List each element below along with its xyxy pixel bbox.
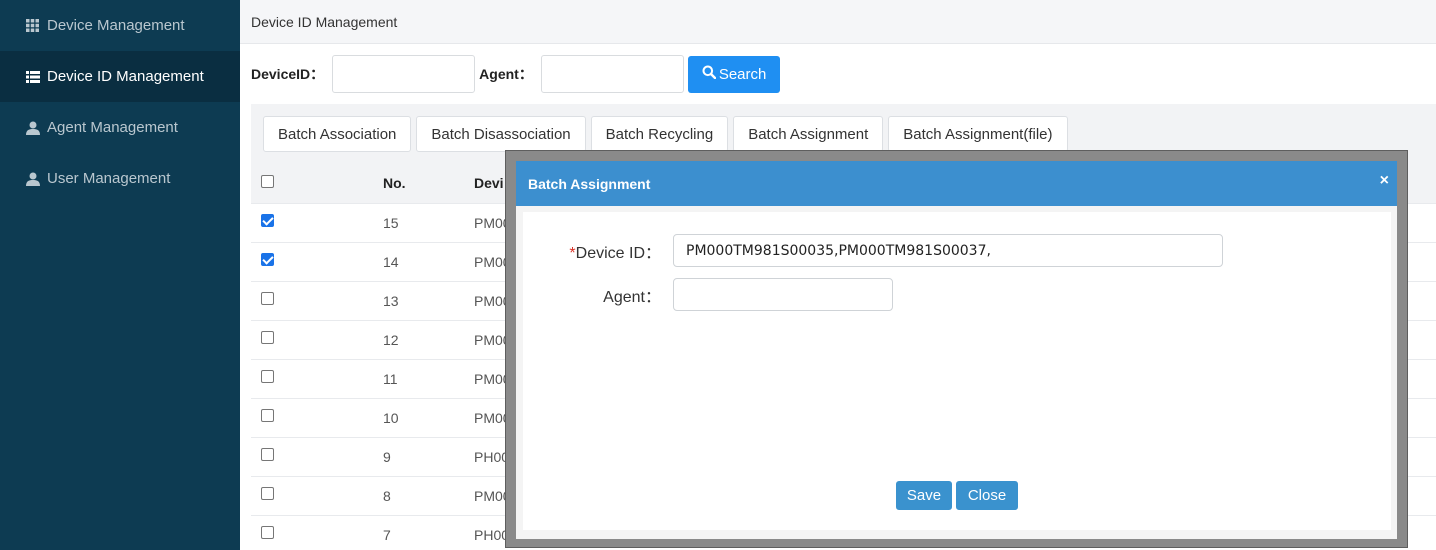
row-checkbox[interactable] [261, 526, 274, 540]
dialog-title: Batch Assignment [528, 175, 651, 192]
search-bar: DeviceID： Agent： Search [240, 44, 1436, 104]
select-all-header [251, 164, 373, 204]
row-checkbox[interactable] [261, 370, 274, 384]
sidebar-item-label: Device Management [47, 17, 185, 34]
row-checkbox[interactable] [261, 409, 274, 423]
search-button[interactable]: Search [687, 55, 781, 93]
batch-recycling-button[interactable]: Batch Recycling [590, 116, 729, 152]
row-number: 9 [373, 437, 474, 477]
dialog-body: *Device ID： Agent： Save Close [523, 212, 1391, 530]
batch-assignment-dialog: Batch Assignment × *Device ID： Agent： Sa… [516, 161, 1397, 539]
agent-form-row: Agent： [533, 278, 893, 311]
search-button-label: Search [718, 65, 767, 83]
row-number: 12 [373, 320, 474, 360]
row-checkbox-cell [251, 437, 373, 477]
list-icon [25, 70, 40, 84]
page-header: Device ID Management [240, 0, 1436, 44]
row-number: 11 [373, 359, 474, 399]
batch-disassociation-button[interactable]: Batch Disassociation [416, 116, 586, 152]
search-icon [702, 65, 717, 83]
device-id-search-input[interactable] [332, 55, 476, 93]
grid-icon [25, 19, 40, 33]
row-checkbox-cell [251, 476, 373, 516]
row-checkbox[interactable] [261, 487, 274, 501]
agent-field-label: Agent： [603, 288, 661, 306]
row-checkbox[interactable] [261, 448, 274, 462]
row-checkbox-cell [251, 242, 373, 282]
save-button[interactable]: Save [896, 481, 952, 510]
row-checkbox-cell [251, 281, 373, 321]
agent-search-label: Agent： [479, 66, 533, 82]
row-number: 10 [373, 398, 474, 438]
row-checkbox[interactable] [261, 253, 274, 267]
batch-association-button[interactable]: Batch Association [263, 116, 412, 152]
row-number: 15 [373, 203, 474, 243]
column-header-no: No. [373, 164, 474, 204]
device-id-field[interactable] [673, 234, 1223, 267]
dialog-header: Batch Assignment × [516, 161, 1397, 206]
device-id-search-label: DeviceID： [251, 66, 325, 82]
sidebar-item-label: Device ID Management [47, 68, 204, 85]
sidebar-item-device-management[interactable]: Device Management [0, 0, 240, 51]
device-id-label-text: Device ID： [575, 244, 661, 262]
sidebar-item-label: User Management [47, 170, 171, 187]
row-number: 7 [373, 515, 474, 550]
sidebar-item-label: Agent Management [47, 119, 178, 136]
sidebar: Device Management Device ID Management A… [0, 0, 240, 550]
agent-field[interactable] [673, 278, 893, 311]
batch-assignment-button[interactable]: Batch Assignment [733, 116, 884, 152]
row-checkbox[interactable] [261, 331, 274, 345]
device-id-field-label: *Device ID： [533, 239, 673, 263]
agent-search-input[interactable] [540, 55, 684, 93]
row-checkbox-cell [251, 320, 373, 360]
sidebar-item-user-management[interactable]: User Management [0, 153, 240, 204]
user-icon [25, 121, 40, 135]
row-checkbox-cell [251, 515, 373, 550]
row-number: 8 [373, 476, 474, 516]
sidebar-item-agent-management[interactable]: Agent Management [0, 102, 240, 153]
batch-assignment-file-button[interactable]: Batch Assignment(file) [888, 116, 1068, 152]
row-checkbox[interactable] [261, 214, 274, 228]
row-checkbox-cell [251, 359, 373, 399]
row-checkbox[interactable] [261, 292, 274, 306]
page-title: Device ID Management [251, 13, 398, 30]
row-checkbox-cell [251, 398, 373, 438]
select-all-checkbox[interactable] [261, 175, 274, 189]
close-icon[interactable]: × [1380, 172, 1389, 190]
user-icon [25, 172, 40, 186]
row-number: 14 [373, 242, 474, 282]
row-checkbox-cell [251, 203, 373, 243]
row-number: 13 [373, 281, 474, 321]
close-button[interactable]: Close [956, 481, 1018, 510]
device-id-form-row: *Device ID： [533, 234, 1223, 267]
sidebar-item-device-id-management[interactable]: Device ID Management [0, 51, 240, 102]
